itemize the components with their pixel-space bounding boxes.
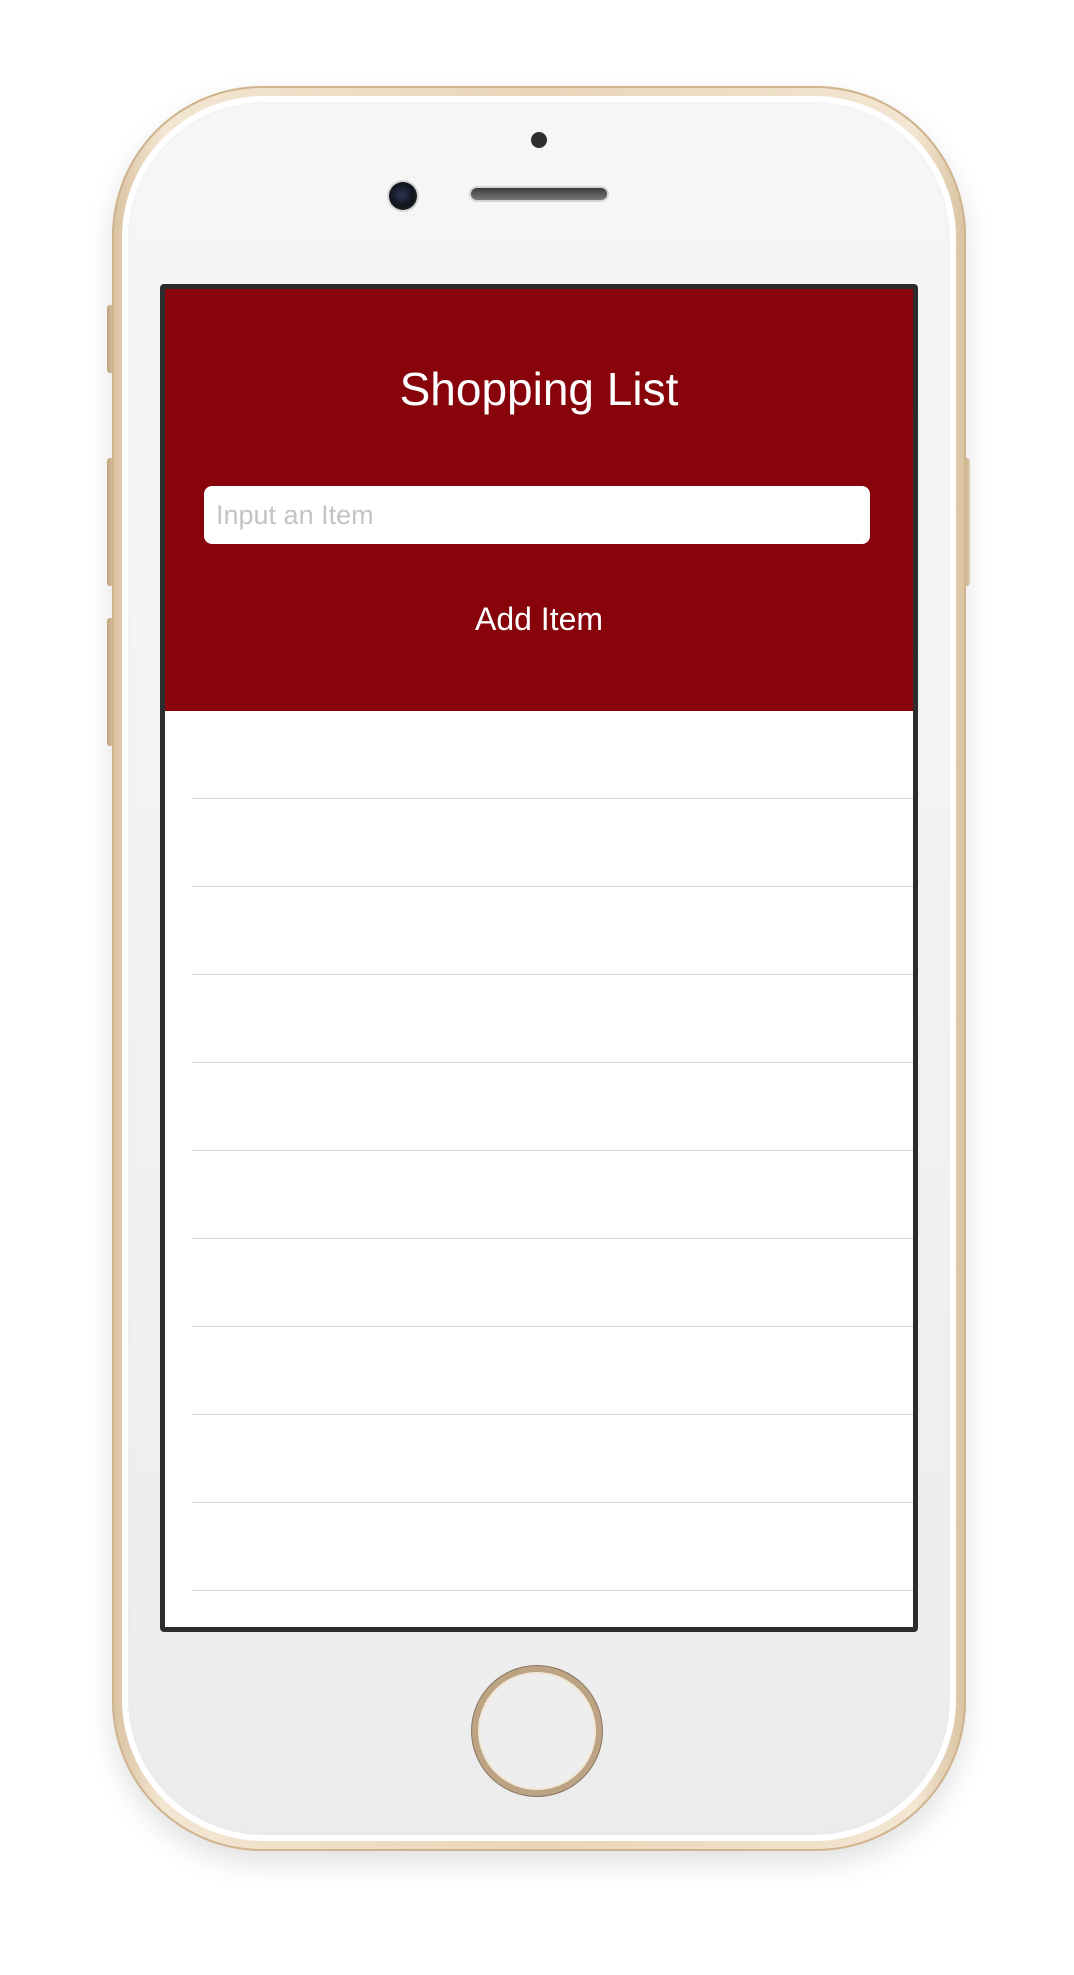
list-item[interactable] — [192, 887, 913, 975]
page-title: Shopping List — [399, 363, 679, 415]
earpiece-speaker — [471, 188, 607, 200]
list-item[interactable] — [192, 799, 913, 887]
mockup-stage: Shopping List Add Item — [0, 0, 1074, 1975]
item-input[interactable] — [204, 486, 870, 544]
list-item[interactable] — [192, 711, 913, 799]
list-item[interactable] — [192, 975, 913, 1063]
list-item[interactable] — [192, 1503, 913, 1591]
list-item[interactable] — [192, 1151, 913, 1239]
proximity-sensor — [531, 132, 547, 148]
list-item[interactable] — [192, 1239, 913, 1327]
app-header: Shopping List Add Item — [165, 289, 913, 711]
add-item-button[interactable]: Add Item — [439, 589, 639, 649]
list-item[interactable] — [192, 1063, 913, 1151]
shopping-list — [165, 711, 913, 1627]
phone-screen: Shopping List Add Item — [160, 284, 918, 1632]
list-item[interactable] — [192, 1415, 913, 1503]
front-camera-icon — [389, 182, 417, 210]
home-button[interactable] — [472, 1666, 602, 1796]
list-item[interactable] — [192, 1327, 913, 1415]
